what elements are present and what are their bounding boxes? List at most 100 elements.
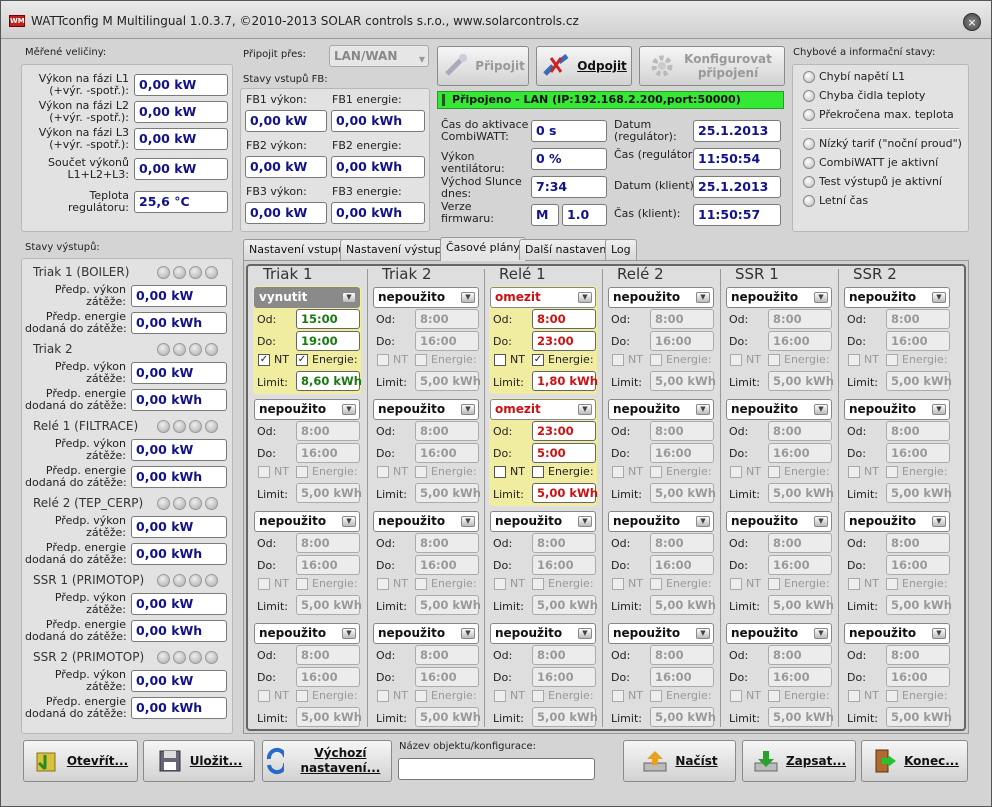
mode-select[interactable]: nepoužito ▼ bbox=[844, 623, 950, 644]
from-value[interactable]: 8:00 bbox=[532, 533, 596, 553]
tab-4[interactable]: Další nastavení bbox=[519, 239, 616, 260]
energy-checkbox[interactable] bbox=[296, 690, 308, 702]
to-value[interactable]: 16:00 bbox=[768, 443, 832, 463]
mode-select[interactable]: nepoužito ▼ bbox=[608, 287, 714, 308]
energy-checkbox[interactable] bbox=[768, 690, 780, 702]
limit-value[interactable]: 5,00 kWh bbox=[768, 371, 834, 391]
limit-value[interactable]: 5,00 kWh bbox=[768, 707, 834, 727]
status-radio[interactable] bbox=[803, 138, 815, 150]
nt-checkbox[interactable] bbox=[612, 578, 624, 590]
limit-value[interactable]: 5,00 kWh bbox=[532, 483, 598, 503]
from-value[interactable]: 8:00 bbox=[415, 533, 479, 553]
nt-checkbox[interactable] bbox=[377, 578, 389, 590]
from-value[interactable]: 8:00 bbox=[532, 645, 596, 665]
to-value[interactable]: 16:00 bbox=[296, 443, 360, 463]
save-button[interactable]: Uložit... bbox=[143, 740, 255, 782]
nt-checkbox[interactable] bbox=[258, 466, 270, 478]
limit-value[interactable]: 5,00 kWh bbox=[650, 595, 716, 615]
mode-select[interactable]: nepoužito ▼ bbox=[490, 511, 596, 532]
from-value[interactable]: 8:00 bbox=[886, 421, 950, 441]
limit-value[interactable]: 5,00 kWh bbox=[650, 707, 716, 727]
energy-checkbox[interactable] bbox=[296, 578, 308, 590]
limit-value[interactable]: 5,00 kWh bbox=[886, 371, 952, 391]
limit-value[interactable]: 5,00 kWh bbox=[650, 371, 716, 391]
to-value[interactable]: 16:00 bbox=[886, 667, 950, 687]
nt-checkbox[interactable] bbox=[730, 578, 742, 590]
energy-checkbox[interactable] bbox=[532, 578, 544, 590]
energy-checkbox[interactable] bbox=[768, 354, 780, 366]
mode-select[interactable]: nepoužito ▼ bbox=[726, 399, 832, 420]
mode-select[interactable]: vynutit ▼ bbox=[254, 287, 360, 308]
nt-checkbox[interactable] bbox=[848, 690, 860, 702]
limit-value[interactable]: 5,00 kWh bbox=[650, 483, 716, 503]
to-value[interactable]: 16:00 bbox=[415, 443, 479, 463]
to-value[interactable]: 16:00 bbox=[415, 555, 479, 575]
to-value[interactable]: 19:00 bbox=[296, 331, 360, 351]
to-value[interactable]: 16:00 bbox=[768, 331, 832, 351]
exit-button[interactable]: Konec... bbox=[861, 740, 968, 782]
mode-select[interactable]: omezit ▼ bbox=[490, 399, 596, 420]
mode-select[interactable]: nepoužito ▼ bbox=[726, 511, 832, 532]
limit-value[interactable]: 5,00 kWh bbox=[415, 371, 481, 391]
mode-select[interactable]: nepoužito ▼ bbox=[608, 399, 714, 420]
nt-checkbox[interactable] bbox=[494, 578, 506, 590]
from-value[interactable]: 23:00 bbox=[532, 421, 596, 441]
limit-value[interactable]: 8,60 kWh bbox=[296, 371, 362, 391]
from-value[interactable]: 8:00 bbox=[768, 421, 832, 441]
from-value[interactable]: 8:00 bbox=[886, 309, 950, 329]
limit-value[interactable]: 5,00 kWh bbox=[296, 707, 362, 727]
limit-value[interactable]: 5,00 kWh bbox=[886, 595, 952, 615]
nt-checkbox[interactable] bbox=[612, 690, 624, 702]
nt-checkbox[interactable] bbox=[730, 690, 742, 702]
from-value[interactable]: 8:00 bbox=[650, 309, 714, 329]
to-value[interactable]: 16:00 bbox=[886, 555, 950, 575]
status-radio[interactable] bbox=[803, 109, 815, 121]
mode-select[interactable]: nepoužito ▼ bbox=[254, 623, 360, 644]
energy-checkbox[interactable] bbox=[650, 690, 662, 702]
mode-select[interactable]: nepoužito ▼ bbox=[844, 511, 950, 532]
from-value[interactable]: 8:00 bbox=[650, 645, 714, 665]
limit-value[interactable]: 5,00 kWh bbox=[296, 483, 362, 503]
to-value[interactable]: 16:00 bbox=[886, 443, 950, 463]
nt-checkbox[interactable] bbox=[494, 466, 506, 478]
nt-checkbox[interactable] bbox=[258, 578, 270, 590]
energy-checkbox[interactable] bbox=[768, 466, 780, 478]
to-value[interactable]: 16:00 bbox=[532, 667, 596, 687]
limit-value[interactable]: 5,00 kWh bbox=[415, 483, 481, 503]
energy-checkbox[interactable] bbox=[886, 354, 898, 366]
energy-checkbox[interactable] bbox=[415, 466, 427, 478]
nt-checkbox[interactable] bbox=[848, 578, 860, 590]
energy-checkbox[interactable] bbox=[886, 690, 898, 702]
tab-2[interactable]: Nastavení výstupů bbox=[340, 239, 455, 260]
energy-checkbox[interactable] bbox=[532, 690, 544, 702]
from-value[interactable]: 8:00 bbox=[296, 421, 360, 441]
energy-checkbox[interactable] bbox=[532, 466, 544, 478]
disconnect-button[interactable]: Odpojit bbox=[536, 46, 632, 86]
status-radio[interactable] bbox=[803, 195, 815, 207]
nt-checkbox[interactable] bbox=[377, 466, 389, 478]
from-value[interactable]: 15:00 bbox=[296, 309, 360, 329]
mode-select[interactable]: omezit ▼ bbox=[490, 287, 596, 308]
mode-select[interactable]: nepoužito ▼ bbox=[254, 399, 360, 420]
energy-checkbox[interactable] bbox=[768, 578, 780, 590]
to-value[interactable]: 16:00 bbox=[650, 555, 714, 575]
status-radio[interactable] bbox=[803, 157, 815, 169]
limit-value[interactable]: 5,00 kWh bbox=[768, 483, 834, 503]
mode-select[interactable]: nepoužito ▼ bbox=[373, 511, 479, 532]
to-value[interactable]: 5:00 bbox=[532, 443, 596, 463]
from-value[interactable]: 8:00 bbox=[415, 309, 479, 329]
limit-value[interactable]: 5,00 kWh bbox=[532, 595, 598, 615]
open-button[interactable]: Otevřít... bbox=[23, 740, 138, 782]
energy-checkbox[interactable] bbox=[415, 354, 427, 366]
to-value[interactable]: 16:00 bbox=[650, 331, 714, 351]
from-value[interactable]: 8:00 bbox=[886, 645, 950, 665]
nt-checkbox[interactable] bbox=[377, 690, 389, 702]
write-button[interactable]: Zapsat... bbox=[742, 740, 856, 782]
energy-checkbox[interactable]: ✓ bbox=[296, 354, 308, 366]
status-radio[interactable] bbox=[803, 90, 815, 102]
mode-select[interactable]: nepoužito ▼ bbox=[608, 511, 714, 532]
nt-checkbox[interactable] bbox=[730, 354, 742, 366]
limit-value[interactable]: 5,00 kWh bbox=[415, 595, 481, 615]
mode-select[interactable]: nepoužito ▼ bbox=[254, 511, 360, 532]
energy-checkbox[interactable]: ✓ bbox=[532, 354, 544, 366]
